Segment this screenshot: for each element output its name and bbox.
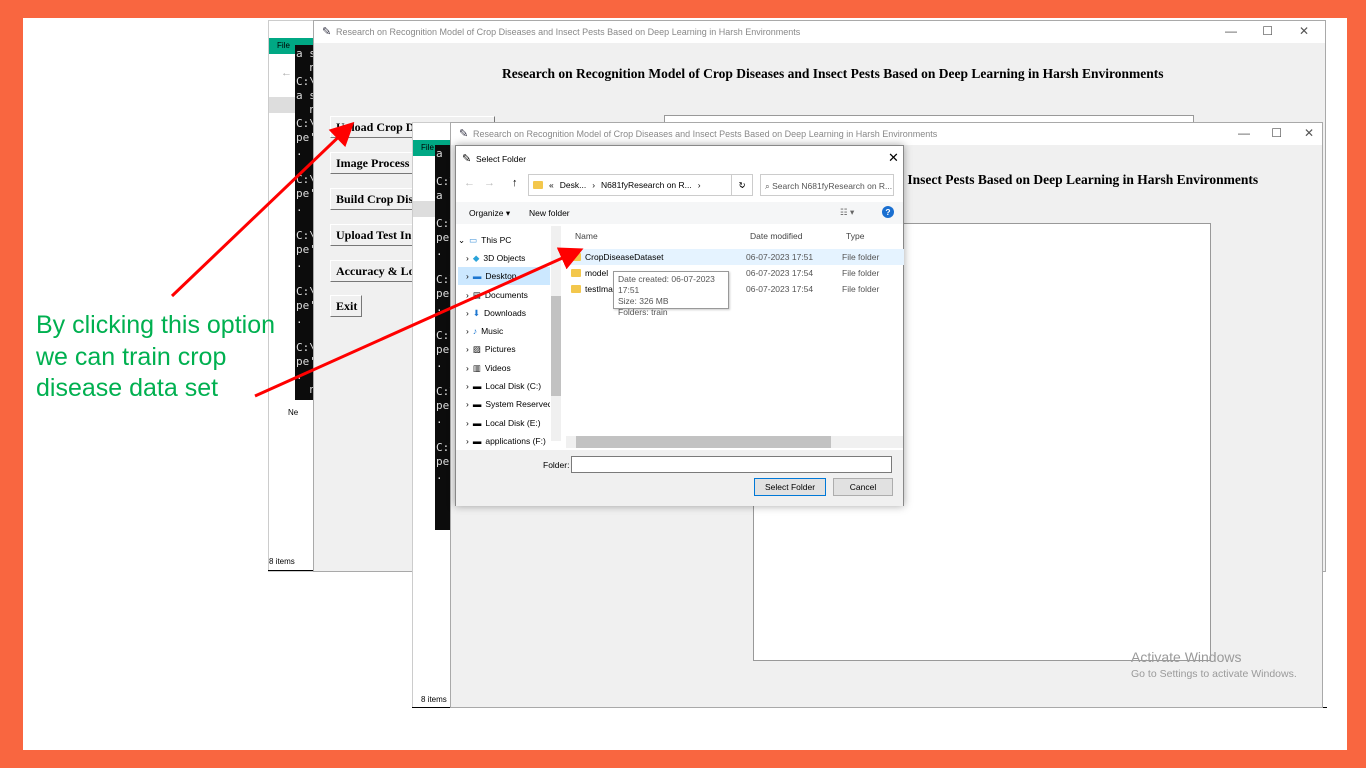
watermark-title: Activate Windows bbox=[1131, 649, 1242, 665]
arrow-to-upload-button bbox=[170, 121, 355, 298]
watermark-subtitle: Go to Settings to activate Windows. bbox=[1131, 668, 1297, 680]
arrow-to-dataset-folder bbox=[254, 247, 584, 398]
activate-windows-watermark: Activate Windows Go to Settings to activ… bbox=[1131, 649, 1297, 680]
